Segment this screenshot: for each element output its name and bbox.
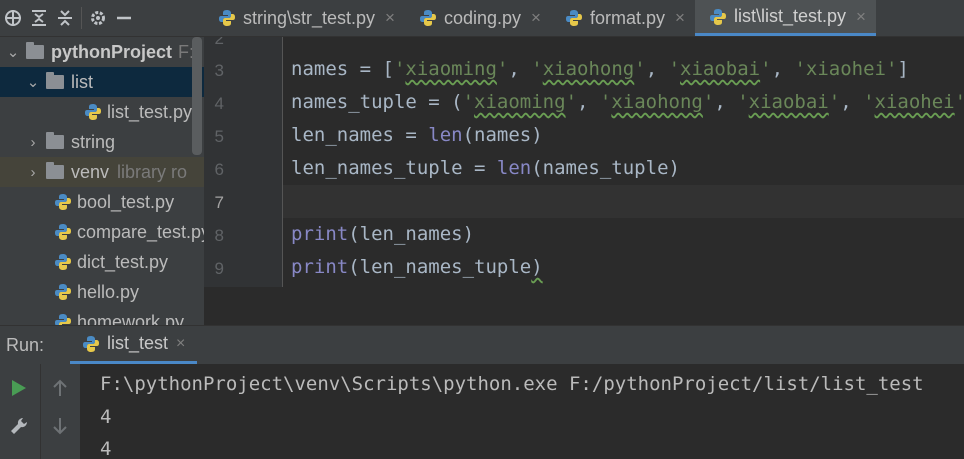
editor-tabs: string\str_test.py × coding.py × format.… xyxy=(204,0,964,37)
tree-item-list-test[interactable]: list_test.py xyxy=(0,97,204,127)
locate-target-icon[interactable] xyxy=(0,0,26,36)
python-file-icon xyxy=(565,9,583,27)
code-line-3: names = ['xiaoming', 'xiaohong', 'xiaoba… xyxy=(291,58,909,80)
python-file-icon xyxy=(419,9,437,27)
tab-str-test[interactable]: string\str_test.py × xyxy=(204,0,405,36)
console-line: 4 xyxy=(100,406,112,428)
tree-item-dict-test[interactable]: dict_test.py xyxy=(0,247,204,277)
tree-item-homework[interactable]: homework.py xyxy=(0,307,204,325)
hide-icon[interactable] xyxy=(111,0,137,36)
tree-item-bool-test[interactable]: bool_test.py xyxy=(0,187,204,217)
arrow-down-icon[interactable] xyxy=(52,416,68,441)
collapse-all-icon[interactable] xyxy=(52,0,78,36)
tree-item-hello[interactable]: hello.py xyxy=(0,277,204,307)
code-line-6: len_names_tuple = len(names_tuple) xyxy=(291,157,680,179)
tab-label: list\list_test.py xyxy=(733,6,846,26)
tab-format[interactable]: format.py × xyxy=(551,0,695,36)
tab-list-test[interactable]: list\list_test.py × xyxy=(694,0,876,36)
line-number: 9 xyxy=(214,259,224,278)
chevron-down-icon[interactable]: ⌄ xyxy=(26,73,40,91)
tree-item-label: string xyxy=(71,131,116,152)
python-file-icon xyxy=(82,335,100,353)
run-tab-list-test[interactable]: list_test × xyxy=(70,326,198,364)
folder-icon xyxy=(46,162,64,179)
project-toolbar xyxy=(0,0,204,37)
project-tree: ⌄ pythonProject F:\ ⌄ list list_test.py … xyxy=(0,37,204,325)
tab-label: string\str_test.py xyxy=(243,7,376,28)
code-line-8: print(len_names) xyxy=(291,223,475,245)
line-number: 4 xyxy=(214,94,224,113)
line-number: 2 xyxy=(214,37,224,48)
run-label: Run: xyxy=(6,334,45,355)
tab-coding[interactable]: coding.py × xyxy=(405,0,551,36)
run-toolbar-column xyxy=(40,364,81,459)
rerun-icon[interactable] xyxy=(10,378,28,403)
tree-scrollbar[interactable] xyxy=(192,37,202,155)
code-line-9: print(len_names_tuple) xyxy=(291,256,543,278)
python-file-icon xyxy=(84,103,102,121)
close-icon[interactable]: × xyxy=(856,7,866,27)
chevron-down-icon[interactable]: ⌄ xyxy=(6,43,20,61)
tree-item-label: bool_test.py xyxy=(77,191,175,212)
run-panel-header: Run: list_test × xyxy=(0,325,964,364)
line-number: 8 xyxy=(214,226,224,245)
close-icon[interactable]: × xyxy=(385,8,395,28)
tree-item-compare-test[interactable]: compare_test.py xyxy=(0,217,204,247)
tree-item-label: dict_test.py xyxy=(77,251,169,272)
close-icon[interactable]: × xyxy=(176,335,185,353)
expand-all-icon[interactable] xyxy=(26,0,52,36)
line-number: 6 xyxy=(214,160,224,179)
line-number: 5 xyxy=(214,127,224,146)
code-line-5: len_names = len(names) xyxy=(291,124,543,146)
tree-item-label: list xyxy=(71,71,93,92)
folder-icon xyxy=(46,132,64,149)
line-number: 3 xyxy=(214,61,224,80)
tree-root-label: pythonProject xyxy=(51,41,173,62)
tree-item-label: homework.py xyxy=(77,311,185,326)
chevron-right-icon[interactable]: › xyxy=(26,164,40,181)
close-icon[interactable]: × xyxy=(531,8,541,28)
console-line: F:\pythonProject\venv\Scripts\python.exe… xyxy=(100,373,924,395)
folder-icon xyxy=(46,72,64,89)
tree-item-venv[interactable]: › venv library ro xyxy=(0,157,204,187)
tab-label: coding.py xyxy=(443,7,522,28)
python-file-icon xyxy=(218,9,236,27)
run-console[interactable]: F:\pythonProject\venv\Scripts\python.exe… xyxy=(80,364,964,459)
chevron-right-icon[interactable]: › xyxy=(26,134,40,151)
console-line: 4 xyxy=(100,438,112,459)
gutter-divider xyxy=(282,37,283,287)
arrow-up-icon[interactable] xyxy=(52,378,68,403)
line-number: 7 xyxy=(214,193,224,212)
python-file-icon xyxy=(54,193,72,211)
python-file-icon xyxy=(54,283,72,301)
tab-label: format.py xyxy=(589,7,666,28)
python-file-icon xyxy=(54,223,72,241)
python-file-icon xyxy=(709,8,727,26)
tree-item-label: venv xyxy=(71,161,110,182)
folder-icon xyxy=(26,42,44,59)
toolbar-divider xyxy=(81,7,82,29)
tree-item-label: list_test.py xyxy=(107,101,193,122)
code-editor[interactable]: 2 3 4 5 6 7 8 9 names = ['xiaoming', 'xi… xyxy=(204,37,964,325)
tree-item-label: hello.py xyxy=(77,281,140,302)
current-line-highlight xyxy=(283,185,964,218)
tree-item-string[interactable]: › string xyxy=(0,127,204,157)
tree-item-hint: library ro xyxy=(117,161,188,182)
tree-root-python-project[interactable]: ⌄ pythonProject F:\ xyxy=(0,37,204,67)
close-icon[interactable]: × xyxy=(675,8,685,28)
code-line-4: names_tuple = ('xiaoming', 'xiaohong', '… xyxy=(291,91,964,113)
tree-item-label: compare_test.py xyxy=(77,221,204,242)
python-file-icon xyxy=(54,313,72,325)
gear-icon[interactable] xyxy=(85,0,111,36)
tree-item-list[interactable]: ⌄ list xyxy=(0,67,204,97)
python-file-icon xyxy=(54,253,72,271)
wrench-icon[interactable] xyxy=(9,416,29,441)
run-tab-label: list_test xyxy=(107,333,169,353)
run-toolbar xyxy=(0,364,80,459)
